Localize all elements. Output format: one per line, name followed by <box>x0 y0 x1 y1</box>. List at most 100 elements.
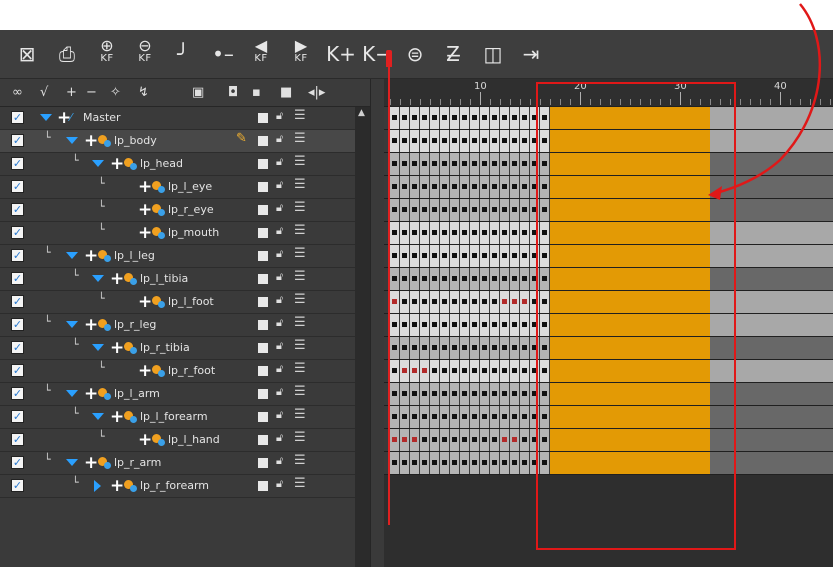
layer-name[interactable]: lp_r_leg <box>114 314 156 336</box>
lock-icon[interactable]: 🔓︎ <box>276 224 283 238</box>
layer-row[interactable]: ✓ └ + lp_l_eye 🔓︎ ☰ <box>0 176 355 199</box>
expand-toggle-icon[interactable] <box>92 275 104 282</box>
layer-color-swatch[interactable] <box>258 320 268 330</box>
layer-visibility-checkbox[interactable]: ✓ <box>11 295 24 308</box>
layer-name[interactable]: lp_l_tibia <box>140 268 188 290</box>
lock-icon[interactable]: 🔓︎ <box>276 178 283 192</box>
layer-db-icon[interactable]: ☰ <box>294 476 306 491</box>
expand-toggle-icon[interactable] <box>66 252 78 259</box>
lock-icon[interactable]: 🔓︎ <box>276 316 283 330</box>
layer-name[interactable]: lp_l_arm <box>114 383 160 405</box>
layer-row[interactable]: ✓ └ + lp_body ✎ 🔓︎ ☰ <box>0 130 355 153</box>
layer-row[interactable]: ✓ └ + lp_r_tibia 🔓︎ ☰ <box>0 337 355 360</box>
layer-row[interactable]: ✓ └ + lp_l_arm 🔓︎ ☰ <box>0 383 355 406</box>
layer-db-icon[interactable]: ☰ <box>294 407 306 422</box>
layer-color-swatch[interactable] <box>258 274 268 284</box>
layer-name[interactable]: lp_head <box>140 153 183 175</box>
lock-icon[interactable]: 🔓︎ <box>276 293 283 307</box>
layer-db-icon[interactable]: ☰ <box>294 384 306 399</box>
ease-button[interactable]: Z̶ <box>438 38 468 70</box>
layer-color-swatch[interactable] <box>258 136 268 146</box>
stop-motion-keyframe-button[interactable]: •–• <box>208 38 238 98</box>
layer-color-swatch[interactable] <box>258 205 268 215</box>
layer-row[interactable]: ✓ └ + lp_r_eye 🔓︎ ☰ <box>0 199 355 222</box>
layer-color-swatch[interactable] <box>258 389 268 399</box>
lock-icon[interactable]: 🔓︎ <box>276 155 283 169</box>
layer-color-swatch[interactable] <box>258 251 268 261</box>
layer-db-icon[interactable]: ☰ <box>294 108 306 123</box>
layer-name[interactable]: lp_body <box>114 130 157 152</box>
layer-name[interactable]: lp_l_hand <box>168 429 220 451</box>
layer-color-swatch[interactable] <box>258 182 268 192</box>
show-hide-all-icon[interactable]: √ <box>40 85 48 101</box>
add-layer-icon[interactable]: + <box>66 85 77 101</box>
layer-row[interactable]: ✓ └ + lp_r_foot 🔓︎ ☰ <box>0 360 355 383</box>
expand-toggle-icon[interactable] <box>92 160 104 167</box>
lock-icon[interactable]: 🔓︎ <box>276 201 283 215</box>
onion-skin-button[interactable]: ⊜ <box>400 38 430 70</box>
layer-row[interactable]: ✓ └ + lp_head 🔓︎ ☰ <box>0 153 355 176</box>
motion-keyframe-button[interactable]: ╯ <box>168 38 198 70</box>
layer-visibility-checkbox[interactable]: ✓ <box>11 111 24 124</box>
layer-row[interactable]: ✓ └ + lp_l_hand 🔓︎ ☰ <box>0 429 355 452</box>
add-peg-icon[interactable]: ✧ <box>110 85 121 101</box>
small-dot-icon[interactable]: ▪ <box>252 85 261 101</box>
layer-visibility-checkbox[interactable]: ✓ <box>11 180 24 193</box>
insert-keyframe-button[interactable]: K+ <box>326 38 356 70</box>
lock-icon[interactable]: 🔓︎ <box>276 109 283 123</box>
layer-db-icon[interactable]: ☰ <box>294 338 306 353</box>
layer-db-icon[interactable]: ☰ <box>294 246 306 261</box>
lock-icon[interactable]: 🔓︎ <box>276 431 283 445</box>
layer-row[interactable]: ✓ └ + lp_r_leg 🔓︎ ☰ <box>0 314 355 337</box>
layer-visibility-checkbox[interactable]: ✓ <box>11 249 24 262</box>
layer-name[interactable]: lp_r_tibia <box>140 337 190 359</box>
layer-color-swatch[interactable] <box>258 412 268 422</box>
layer-visibility-checkbox[interactable]: ✓ <box>11 479 24 492</box>
create-empty-drawing-button[interactable]: ⊠ <box>12 38 42 70</box>
layer-db-icon[interactable]: ☰ <box>294 223 306 238</box>
expand-toggle-icon[interactable] <box>40 114 52 121</box>
layer-color-swatch[interactable] <box>258 297 268 307</box>
layer-row[interactable]: ✓ └ + lp_l_leg 🔓︎ ☰ <box>0 245 355 268</box>
layer-visibility-checkbox[interactable]: ✓ <box>11 134 24 147</box>
expand-toggle-icon[interactable] <box>92 344 104 351</box>
layer-visibility-checkbox[interactable]: ✓ <box>11 387 24 400</box>
layer-color-swatch[interactable] <box>258 113 268 123</box>
extend-exposure-button[interactable]: ⇥ <box>516 38 546 70</box>
layer-visibility-checkbox[interactable]: ✓ <box>11 410 24 423</box>
layer-visibility-checkbox[interactable]: ✓ <box>11 341 24 354</box>
previous-keyframe-button[interactable]: ◀ KF <box>246 38 276 70</box>
layer-row[interactable]: ✓ └ + lp_mouth 🔓︎ ☰ <box>0 222 355 245</box>
layer-name[interactable]: lp_l_forearm <box>140 406 208 428</box>
next-keyframe-button[interactable]: ▶ KF <box>286 38 316 70</box>
layer-visibility-checkbox[interactable]: ✓ <box>11 272 24 285</box>
layer-row[interactable]: ✓ └ + lp_r_arm 🔓︎ ☰ <box>0 452 355 475</box>
lock-icon[interactable]: 🔓︎ <box>276 477 283 491</box>
layer-name[interactable]: lp_r_eye <box>168 199 214 221</box>
layer-db-icon[interactable]: ☰ <box>294 361 306 376</box>
layer-color-swatch[interactable] <box>258 159 268 169</box>
layer-visibility-checkbox[interactable]: ✓ <box>11 456 24 469</box>
layer-visibility-checkbox[interactable]: ✓ <box>11 157 24 170</box>
layer-db-icon[interactable]: ☰ <box>294 154 306 169</box>
lock-icon[interactable]: 🔓︎ <box>276 339 283 353</box>
layer-name[interactable]: lp_r_foot <box>168 360 215 382</box>
color-filter-icon[interactable]: ◘ <box>228 85 238 101</box>
lock-icon[interactable]: 🔓︎ <box>276 362 283 376</box>
add-keyframe-button[interactable]: ⊕ KF <box>92 38 122 70</box>
layer-color-swatch[interactable] <box>258 481 268 491</box>
collapsed-toggle-icon[interactable] <box>94 480 101 492</box>
layer-db-icon[interactable]: ☰ <box>294 315 306 330</box>
lock-icon[interactable]: 🔓︎ <box>276 385 283 399</box>
lock-icon[interactable]: 🔓︎ <box>276 454 283 468</box>
layer-visibility-checkbox[interactable]: ✓ <box>11 364 24 377</box>
expand-toggle-icon[interactable] <box>66 137 78 144</box>
layer-menu-icon[interactable]: ▣ <box>192 85 204 101</box>
expand-toggle-icon[interactable] <box>66 459 78 466</box>
lock-icon[interactable]: 🔓︎ <box>276 408 283 422</box>
layer-row[interactable]: ✓ └ + lp_r_forearm 🔓︎ ☰ <box>0 475 355 498</box>
layer-visibility-checkbox[interactable]: ✓ <box>11 226 24 239</box>
edit-pencil-icon[interactable]: ✎ <box>236 131 247 146</box>
add-drawing-icon[interactable]: ↯ <box>138 85 149 101</box>
layer-color-swatch[interactable] <box>258 458 268 468</box>
